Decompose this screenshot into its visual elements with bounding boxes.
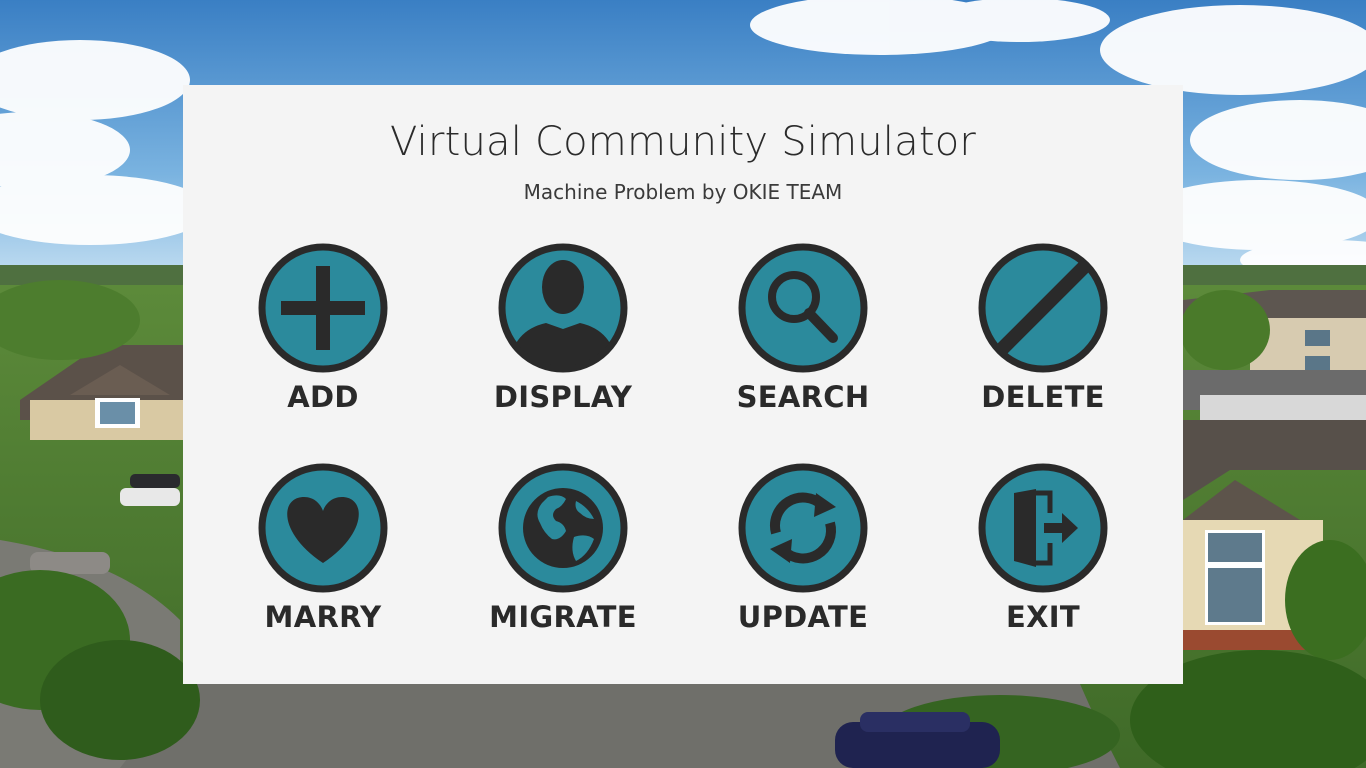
app-title: Virtual Community Simulator [389, 119, 977, 165]
person-icon [498, 243, 628, 373]
heart-icon [258, 463, 388, 593]
update-label: UPDATE [737, 600, 869, 634]
display-label: DISPLAY [493, 380, 633, 414]
plus-icon [258, 243, 388, 373]
search-label: SEARCH [736, 380, 870, 414]
delete-label: DELETE [981, 380, 1105, 414]
exit-door-icon [978, 463, 1108, 593]
search-button[interactable]: SEARCH [698, 243, 898, 433]
add-label: ADD [287, 380, 359, 414]
delete-button[interactable]: DELETE [938, 243, 1138, 433]
exit-label: EXIT [1006, 600, 1080, 634]
refresh-icon [738, 463, 868, 593]
main-menu-panel: Virtual Community Simulator Machine Prob… [183, 85, 1183, 684]
display-button[interactable]: DISPLAY [458, 243, 658, 433]
slash-icon [978, 243, 1108, 373]
app-subtitle: Machine Problem by OKIE TEAM [523, 180, 843, 204]
magnifier-icon [738, 243, 868, 373]
marry-button[interactable]: MARRY [218, 463, 418, 653]
marry-label: MARRY [264, 600, 382, 634]
globe-icon [498, 463, 628, 593]
exit-button[interactable]: EXIT [938, 463, 1138, 653]
update-button[interactable]: UPDATE [698, 463, 898, 653]
migrate-label: MIGRATE [489, 600, 637, 634]
migrate-button[interactable]: MIGRATE [458, 463, 658, 653]
add-button[interactable]: ADD [218, 243, 418, 433]
